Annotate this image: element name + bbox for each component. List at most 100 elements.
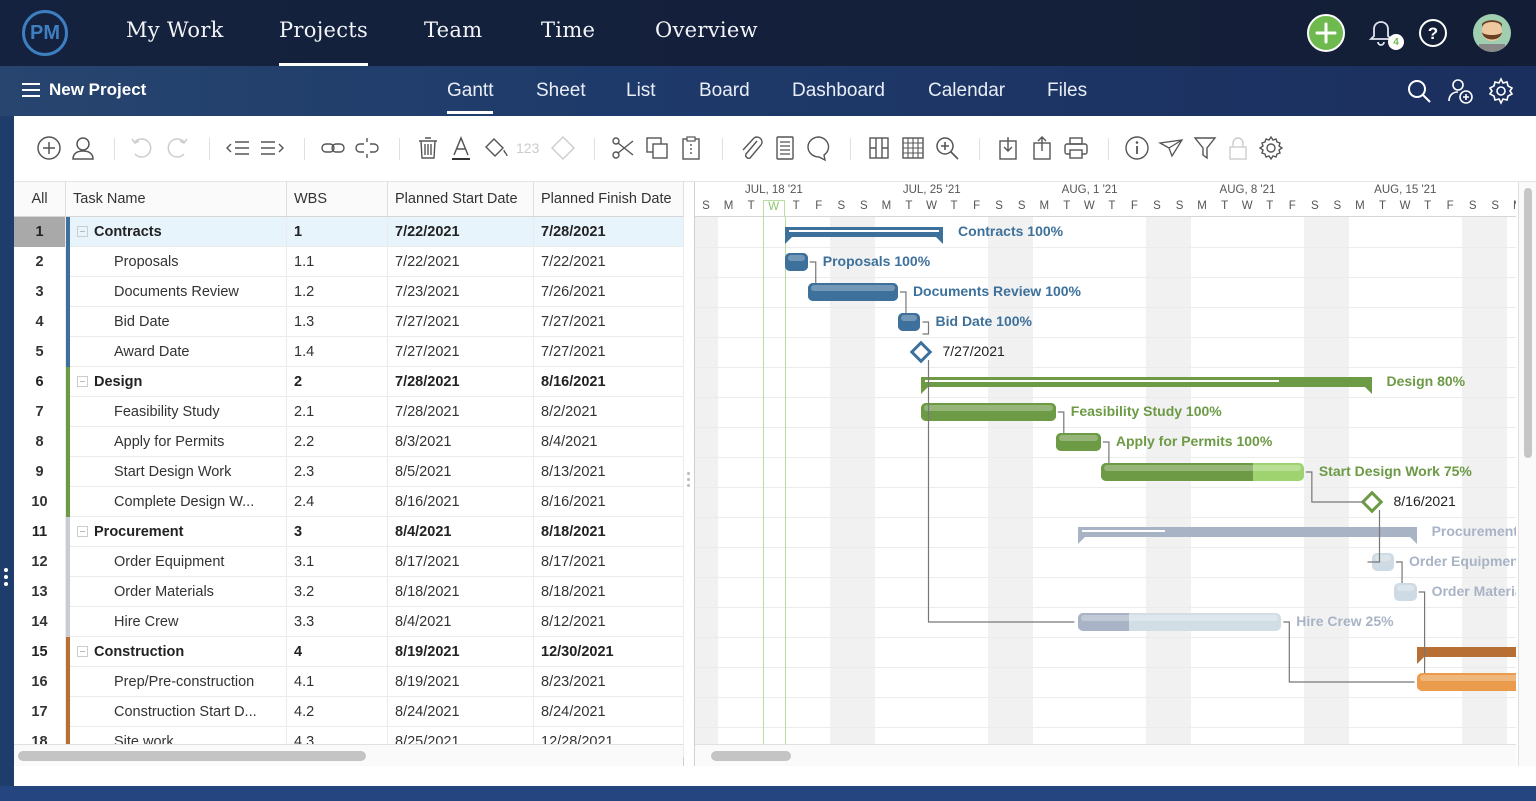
row-number[interactable]: 11 [14, 517, 66, 547]
planned-finish-cell[interactable]: 7/26/2021 [534, 277, 684, 307]
project-settings-icon[interactable] [1487, 77, 1515, 105]
planned-finish-cell[interactable]: 7/27/2021 [534, 337, 684, 367]
collapse-toggle-icon[interactable] [77, 376, 88, 387]
task-name-cell[interactable]: Order Materials [70, 577, 287, 607]
number-format-icon[interactable]: 123 [516, 140, 539, 156]
dependency-arrow[interactable] [1102, 441, 1110, 463]
planned-finish-cell[interactable]: 8/2/2021 [534, 397, 684, 427]
user-avatar[interactable] [1473, 14, 1511, 52]
table-row[interactable]: 3 Documents Review 1.2 7/23/2021 7/26/2021 [14, 277, 684, 307]
wbs-cell[interactable]: 2.3 [287, 457, 388, 487]
task-name-cell[interactable]: Apply for Permits [70, 427, 287, 457]
info-icon[interactable] [1124, 135, 1150, 161]
planned-finish-cell[interactable]: 7/27/2021 [534, 307, 684, 337]
wbs-cell[interactable]: 3.1 [287, 547, 388, 577]
columns-icon[interactable] [866, 135, 892, 161]
task-name-cell[interactable]: Complete Design W... [70, 487, 287, 517]
grid-horizontal-scrollbar[interactable] [14, 744, 683, 766]
table-row[interactable]: 10 Complete Design W... 2.4 8/16/2021 8/16/2… [14, 487, 684, 517]
planned-start-cell[interactable]: 8/3/2021 [388, 427, 534, 457]
tab-list[interactable]: List [626, 80, 656, 102]
cut-icon[interactable] [610, 135, 636, 161]
row-number[interactable]: 1 [14, 217, 66, 247]
add-member-icon[interactable] [1446, 77, 1474, 105]
table-row[interactable]: 6 Design 2 7/28/2021 8/16/2021 [14, 367, 684, 397]
help-icon[interactable]: ? [1414, 14, 1452, 52]
planned-finish-cell[interactable]: 8/18/2021 [534, 577, 684, 607]
row-number[interactable]: 17 [14, 697, 66, 727]
attachment-icon[interactable] [738, 135, 764, 161]
planned-finish-cell[interactable]: 8/23/2021 [534, 667, 684, 697]
planned-finish-cell[interactable]: 7/28/2021 [534, 217, 684, 247]
scroll-thumb[interactable] [18, 751, 366, 761]
task-bar[interactable] [1416, 673, 1516, 691]
comment-icon[interactable] [806, 135, 832, 161]
project-menu[interactable]: New Project [22, 80, 146, 100]
table-row[interactable]: 8 Apply for Permits 2.2 8/3/2021 8/4/2021 [14, 427, 684, 457]
scroll-thumb[interactable] [1524, 188, 1532, 458]
wbs-cell[interactable]: 4 [287, 637, 388, 667]
task-name-cell[interactable]: Contracts [70, 217, 287, 247]
unlink-icon[interactable] [354, 135, 380, 161]
task-bar[interactable] [807, 283, 898, 301]
gantt-horizontal-scrollbar[interactable] [695, 744, 1516, 766]
wbs-cell[interactable]: 2.2 [287, 427, 388, 457]
nav-team[interactable]: Team [424, 18, 482, 42]
planned-start-cell[interactable]: 7/22/2021 [388, 217, 534, 247]
pane-splitter-handle[interactable] [687, 472, 691, 490]
planned-finish-cell[interactable]: 8/18/2021 [534, 517, 684, 547]
zoom-icon[interactable] [934, 135, 960, 161]
assign-user-icon[interactable] [70, 135, 96, 161]
wbs-cell[interactable]: 3.2 [287, 577, 388, 607]
nav-overview[interactable]: Overview [655, 18, 758, 42]
column-header-wbs[interactable]: WBS [287, 182, 388, 217]
collapse-toggle-icon[interactable] [77, 226, 88, 237]
task-bar[interactable] [920, 403, 1056, 421]
tab-calendar[interactable]: Calendar [928, 80, 1005, 102]
task-bar[interactable] [1055, 433, 1101, 451]
row-number[interactable]: 8 [14, 427, 66, 457]
send-icon[interactable] [1158, 135, 1184, 161]
summary-bar[interactable] [1078, 527, 1417, 544]
row-number[interactable]: 6 [14, 367, 66, 397]
notes-icon[interactable] [772, 135, 798, 161]
planned-finish-cell[interactable]: 8/17/2021 [534, 547, 684, 577]
task-name-cell[interactable]: Documents Review [70, 277, 287, 307]
row-number[interactable]: 16 [14, 667, 66, 697]
task-bar[interactable] [897, 313, 921, 331]
row-number[interactable]: 3 [14, 277, 66, 307]
column-header-planned-finish[interactable]: Planned Finish Date [534, 182, 684, 217]
wbs-cell[interactable]: 1.3 [287, 307, 388, 337]
sidebar-expand-handle[interactable] [4, 568, 8, 589]
tab-gantt[interactable]: Gantt [447, 80, 494, 114]
wbs-cell[interactable]: 2.4 [287, 487, 388, 517]
task-name-cell[interactable]: Bid Date [70, 307, 287, 337]
wbs-cell[interactable]: 2.1 [287, 397, 388, 427]
row-number[interactable]: 9 [14, 457, 66, 487]
collapse-toggle-icon[interactable] [77, 526, 88, 537]
task-name-cell[interactable]: Start Design Work [70, 457, 287, 487]
print-icon[interactable] [1063, 135, 1089, 161]
wbs-cell[interactable]: 1.4 [287, 337, 388, 367]
planned-start-cell[interactable]: 8/4/2021 [388, 607, 534, 637]
column-header-task-name[interactable]: Task Name [66, 182, 287, 217]
planned-start-cell[interactable]: 7/23/2021 [388, 277, 534, 307]
lock-icon[interactable] [1225, 135, 1251, 161]
planned-finish-cell[interactable]: 7/22/2021 [534, 247, 684, 277]
row-number[interactable]: 7 [14, 397, 66, 427]
wbs-cell[interactable]: 4.1 [287, 667, 388, 697]
row-number[interactable]: 13 [14, 577, 66, 607]
paste-icon[interactable] [678, 135, 704, 161]
row-number[interactable]: 14 [14, 607, 66, 637]
planned-start-cell[interactable]: 8/17/2021 [388, 547, 534, 577]
dependency-arrow[interactable] [922, 321, 930, 335]
planned-start-cell[interactable]: 8/19/2021 [388, 667, 534, 697]
wbs-cell[interactable]: 2 [287, 367, 388, 397]
search-icon[interactable] [1405, 77, 1433, 105]
milestone-diamond[interactable] [1360, 490, 1383, 514]
wbs-cell[interactable]: 3.3 [287, 607, 388, 637]
table-row[interactable]: 13 Order Materials 3.2 8/18/2021 8/18/2021 [14, 577, 684, 607]
table-row[interactable]: 17 Construction Start D... 4.2 8/24/2021 8/2… [14, 697, 684, 727]
indent-icon[interactable] [259, 135, 285, 161]
table-row[interactable]: 14 Hire Crew 3.3 8/4/2021 8/12/2021 [14, 607, 684, 637]
